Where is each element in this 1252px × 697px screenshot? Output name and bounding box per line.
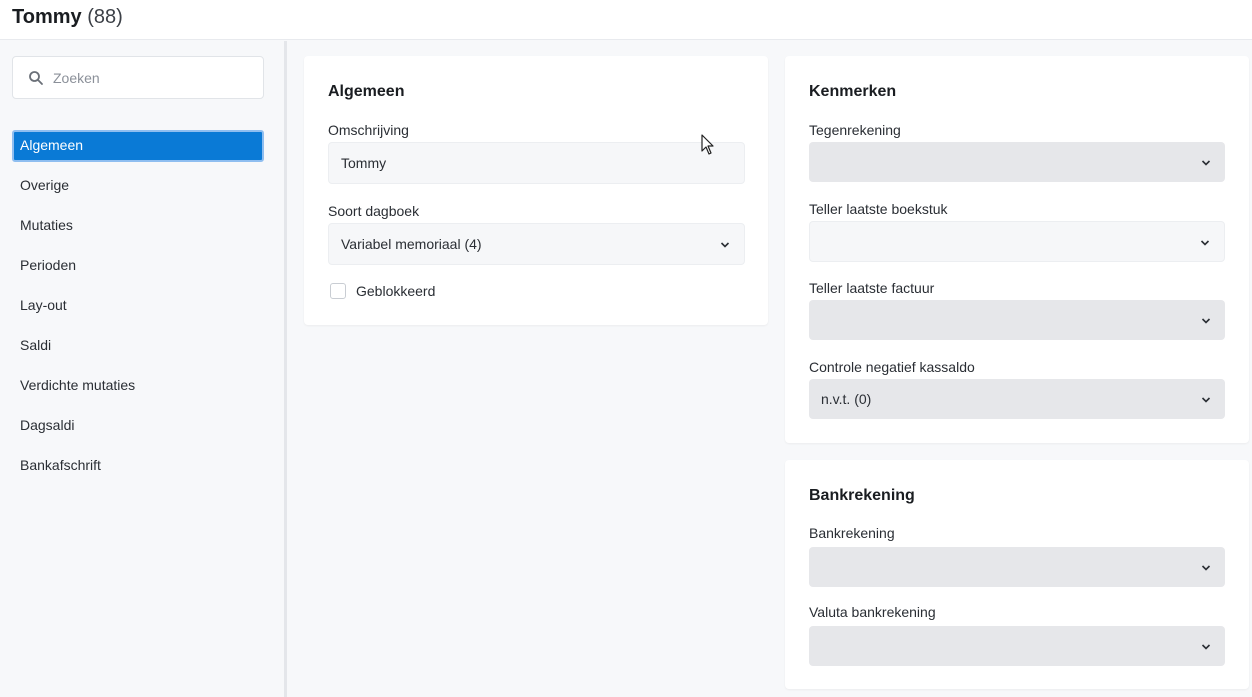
soort-dagboek-value: Variabel memoriaal (4): [341, 236, 482, 252]
record-count: (88): [87, 6, 123, 28]
mouse-cursor-icon: [701, 134, 714, 155]
omschrijving-field[interactable]: Tommy: [328, 142, 745, 184]
geblokkeerd-label: Geblokkeerd: [356, 283, 436, 299]
bankrekening-title: Bankrekening: [809, 487, 915, 504]
chevron-down-icon: [1201, 397, 1211, 403]
bankrekening-label: Bankrekening: [809, 525, 895, 541]
soort-dagboek-select[interactable]: Variabel memoriaal (4): [328, 223, 745, 265]
algemeen-title: Algemeen: [328, 83, 405, 100]
algemeen-card: Algemeen Omschrijving Tommy Soort dagboe…: [304, 56, 768, 325]
sidebar-item-saldi[interactable]: Saldi: [12, 330, 264, 362]
omschrijving-label: Omschrijving: [328, 122, 409, 138]
kenmerken-title: Kenmerken: [809, 83, 897, 100]
chevron-down-icon: [1201, 318, 1211, 324]
search-input[interactable]: [53, 67, 253, 89]
kassaldo-value: n.v.t. (0): [821, 391, 872, 407]
page-header: Tommy (88): [0, 0, 1252, 40]
sidebar-item-verdichte-mutaties[interactable]: Verdichte mutaties: [12, 370, 264, 402]
tegenrekening-label: Tegenrekening: [809, 122, 901, 138]
teller-boekstuk-select[interactable]: [809, 221, 1225, 262]
page-title: Tommy (88): [12, 6, 123, 28]
sidebar: Algemeen Overige Mutaties Perioden Lay-o…: [0, 41, 287, 697]
teller-boekstuk-label: Teller laatste boekstuk: [809, 201, 948, 217]
geblokkeerd-checkbox[interactable]: [330, 283, 346, 299]
kassaldo-label: Controle negatief kassaldo: [809, 359, 975, 375]
bankrekening-select[interactable]: [809, 547, 1225, 587]
teller-factuur-label: Teller laatste factuur: [809, 280, 935, 296]
sidebar-nav: Algemeen Overige Mutaties Perioden Lay-o…: [12, 130, 264, 490]
search-box[interactable]: [12, 56, 264, 99]
bankrekening-card: Bankrekening Bankrekening Valuta bankrek…: [785, 460, 1249, 689]
sidebar-item-mutaties[interactable]: Mutaties: [12, 210, 264, 242]
sidebar-item-bankafschrift[interactable]: Bankafschrift: [12, 450, 264, 482]
chevron-down-icon: [1200, 240, 1210, 246]
sidebar-item-lay-out[interactable]: Lay-out: [12, 290, 264, 322]
kassaldo-select[interactable]: n.v.t. (0): [809, 379, 1225, 419]
tegenrekening-select[interactable]: [809, 142, 1225, 182]
search-icon: [29, 71, 43, 85]
sidebar-item-perioden[interactable]: Perioden: [12, 250, 264, 282]
chevron-down-icon: [1201, 160, 1211, 166]
valuta-select[interactable]: [809, 626, 1225, 666]
sidebar-item-dagsaldi[interactable]: Dagsaldi: [12, 410, 264, 442]
kenmerken-card: Kenmerken Tegenrekening Teller laatste b…: [785, 56, 1249, 443]
omschrijving-value: Tommy: [341, 155, 387, 171]
soort-dagboek-label: Soort dagboek: [328, 203, 420, 219]
teller-factuur-select[interactable]: [809, 300, 1225, 340]
chevron-down-icon: [720, 242, 730, 248]
record-name: Tommy: [12, 6, 82, 28]
valuta-label: Valuta bankrekening: [809, 604, 936, 620]
sidebar-item-algemeen[interactable]: Algemeen: [12, 130, 264, 162]
chevron-down-icon: [1201, 565, 1211, 571]
chevron-down-icon: [1201, 644, 1211, 650]
sidebar-item-overige[interactable]: Overige: [12, 170, 264, 202]
